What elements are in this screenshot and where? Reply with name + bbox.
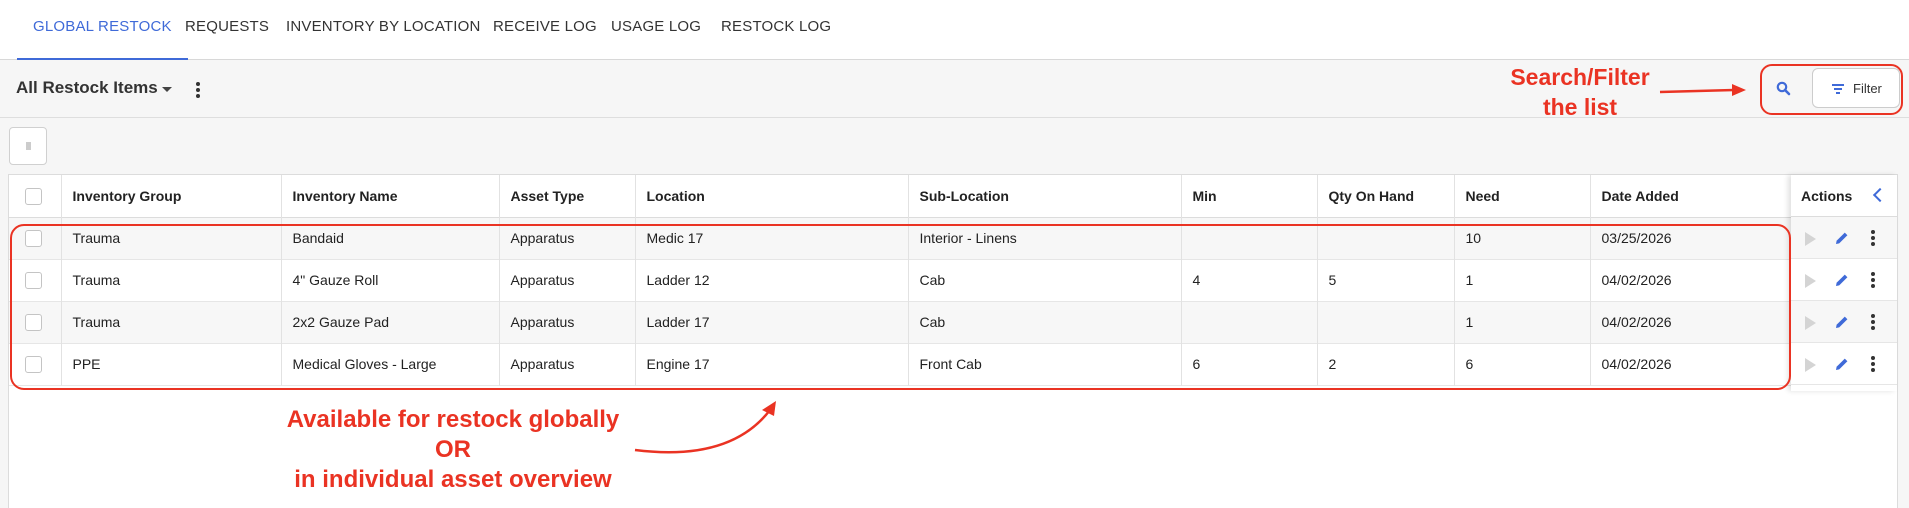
annotation-arrows bbox=[634, 84, 1746, 454]
restock-page: GLOBAL RESTOCK REQUESTS INVENTORY BY LOC… bbox=[0, 0, 1909, 508]
arrowhead bbox=[1732, 84, 1746, 96]
arrowhead bbox=[762, 401, 776, 416]
arrow-to-search bbox=[1659, 88, 1735, 94]
arrow-to-rows bbox=[634, 409, 771, 454]
